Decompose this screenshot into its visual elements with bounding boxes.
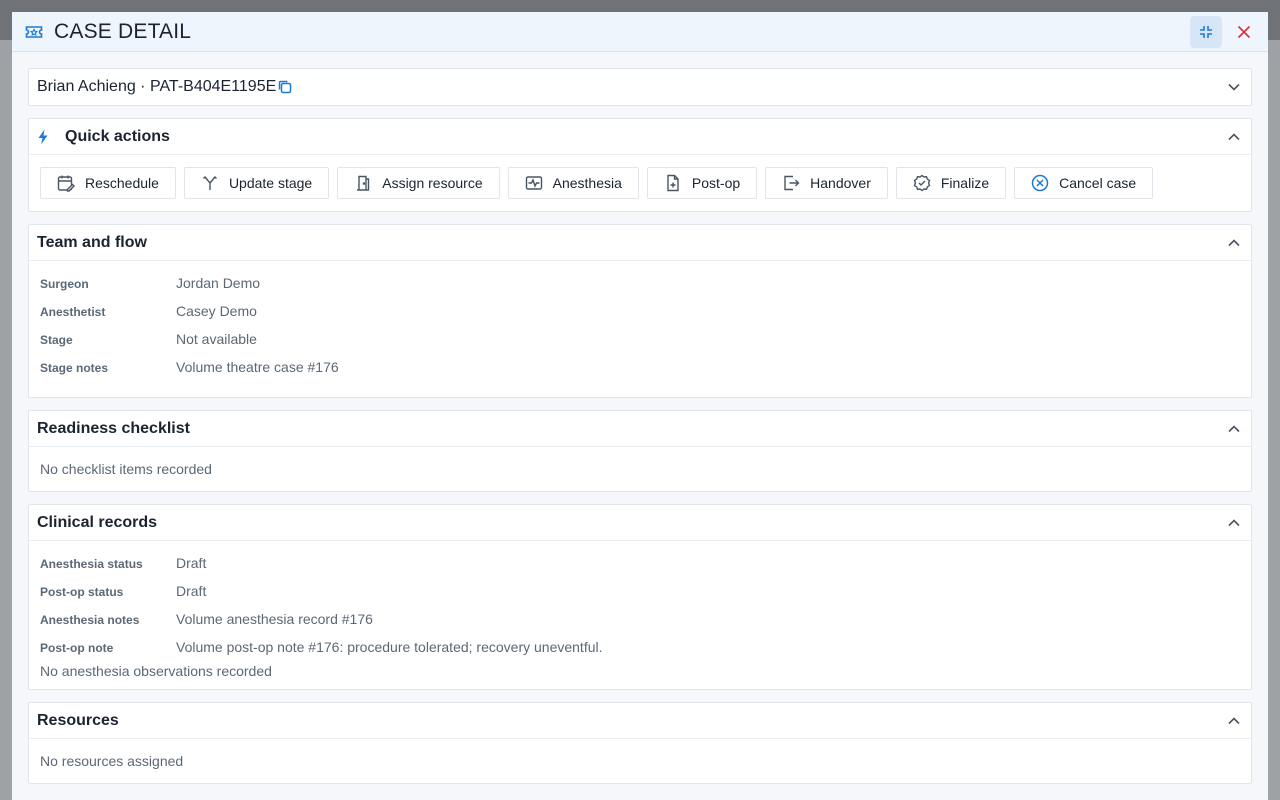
chevron-up-icon[interactable] (1225, 128, 1243, 146)
chevron-up-icon[interactable] (1225, 234, 1243, 252)
field-value: Volume anesthesia record #176 (176, 611, 373, 627)
field-value: Jordan Demo (176, 275, 261, 291)
modal-title: CASE DETAIL (54, 19, 192, 43)
handover-button[interactable]: Handover (765, 167, 888, 199)
field-row-stage: Stage Not available (40, 331, 1240, 359)
copy-icon[interactable] (277, 79, 293, 95)
modal-header: CASE DETAIL (12, 12, 1268, 52)
readiness-header[interactable]: Readiness checklist (29, 411, 1251, 447)
field-label: Stage (40, 333, 73, 347)
patient-name-id: Brian Achieng · PAT-B404E1195E (37, 78, 277, 95)
file-plus-icon (667, 174, 679, 192)
observations-empty: No anesthesia observations recorded (40, 663, 272, 679)
bolt-icon (37, 129, 57, 145)
handover-label: Handover (810, 175, 871, 191)
ticket-icon (24, 22, 44, 42)
field-value: Casey Demo (176, 303, 257, 319)
modal-content: Brian Achieng · PAT-B404E1195E Quick act… (12, 52, 1268, 784)
clinical-title: Clinical records (37, 513, 158, 531)
stage-branch-icon (202, 176, 217, 190)
shrink-icon (1200, 25, 1212, 38)
cancel-case-button[interactable]: Cancel case (1014, 167, 1154, 199)
field-row-post-op-status: Post-op status Draft (40, 583, 1240, 611)
close-button[interactable] (1230, 18, 1258, 46)
backdrop-left (0, 40, 12, 800)
field-value: Volume theatre case #176 (176, 359, 339, 375)
chevron-up-icon[interactable] (1225, 514, 1243, 532)
anesthesia-label: Anesthesia (552, 175, 622, 191)
post-op-label: Post-op (691, 175, 741, 191)
reschedule-button[interactable]: Reschedule (40, 167, 176, 199)
chevron-up-icon[interactable] (1225, 420, 1243, 438)
field-label: Anesthesia status (40, 557, 143, 571)
patient-card: Brian Achieng · PAT-B404E1195E (28, 68, 1252, 106)
anesthesia-button[interactable]: Anesthesia (507, 167, 639, 199)
minimize-button[interactable] (1190, 15, 1222, 48)
calendar-edit-icon (57, 175, 75, 192)
team-flow-title: Team and flow (37, 233, 147, 251)
field-label: Surgeon (40, 277, 89, 291)
resources-empty: No resources assigned (40, 753, 184, 769)
badge-check-icon (913, 174, 931, 192)
handover-icon (784, 175, 800, 191)
clinical-card: Clinical records Anesthesia status Draft… (28, 504, 1252, 690)
close-icon (1237, 25, 1251, 38)
field-value: Volume post-op note #176: procedure tole… (176, 639, 603, 655)
resources-header[interactable]: Resources (29, 703, 1251, 739)
field-label: Anesthetist (40, 305, 106, 319)
patient-card-header[interactable]: Brian Achieng · PAT-B404E1195E (29, 69, 1251, 105)
door-icon (357, 175, 370, 191)
field-row-stage-notes: Stage notes Volume theatre case #176 (40, 359, 1240, 387)
quick-actions-title: Quick actions (65, 127, 170, 145)
backdrop-right (1268, 40, 1280, 800)
reschedule-label: Reschedule (85, 175, 159, 191)
monitor-wave-icon (525, 176, 542, 190)
chevron-down-icon[interactable] (1225, 78, 1243, 96)
finalize-button[interactable]: Finalize (895, 167, 1007, 199)
resources-title: Resources (37, 711, 119, 729)
field-row-anesthetist: Anesthetist Casey Demo (40, 303, 1240, 331)
readiness-empty: No checklist items recorded (40, 461, 212, 477)
update-stage-label: Update stage (228, 175, 313, 191)
chevron-up-icon[interactable] (1225, 712, 1243, 730)
field-label: Stage notes (40, 361, 109, 375)
quick-actions-header[interactable]: Quick actions (29, 119, 1251, 155)
team-flow-header[interactable]: Team and flow (29, 225, 1251, 261)
field-value: Draft (176, 555, 207, 571)
post-op-button[interactable]: Post-op (646, 167, 758, 199)
clinical-fields: Anesthesia status Draft Post-op status D… (29, 541, 1251, 689)
quick-actions-list: Reschedule Update stage Assign resource (29, 155, 1251, 211)
readiness-card: Readiness checklist No checklist items r… (28, 410, 1252, 492)
field-row-anesthesia-status: Anesthesia status Draft (40, 555, 1240, 583)
field-label: Post-op note (40, 641, 114, 655)
modal-header-actions (1190, 15, 1258, 48)
field-row-anesthesia-notes: Anesthesia notes Volume anesthesia recor… (40, 611, 1240, 639)
resources-card: Resources No resources assigned (28, 702, 1252, 784)
quick-actions-card: Quick actions Reschedule Update stage As… (28, 118, 1252, 212)
finalize-label: Finalize (940, 175, 990, 191)
readiness-title: Readiness checklist (37, 419, 190, 437)
field-row-surgeon: Surgeon Jordan Demo (40, 275, 1240, 303)
field-label: Anesthesia notes (40, 613, 140, 627)
field-label: Post-op status (40, 585, 124, 599)
cancel-case-label: Cancel case (1059, 175, 1137, 191)
team-flow-fields: Surgeon Jordan Demo Anesthetist Casey De… (29, 261, 1251, 397)
field-value: Not available (176, 331, 257, 347)
update-stage-button[interactable]: Update stage (183, 167, 330, 199)
field-value: Draft (176, 583, 207, 599)
clinical-header[interactable]: Clinical records (29, 505, 1251, 541)
assign-resource-label: Assign resource (382, 175, 483, 191)
case-detail-modal: CASE DETAIL Brian Achieng · PAT-B404E119… (12, 12, 1268, 800)
assign-resource-button[interactable]: Assign resource (337, 167, 500, 199)
team-flow-card: Team and flow Surgeon Jordan Demo Anesth… (28, 224, 1252, 398)
circle-x-icon (1031, 174, 1049, 192)
